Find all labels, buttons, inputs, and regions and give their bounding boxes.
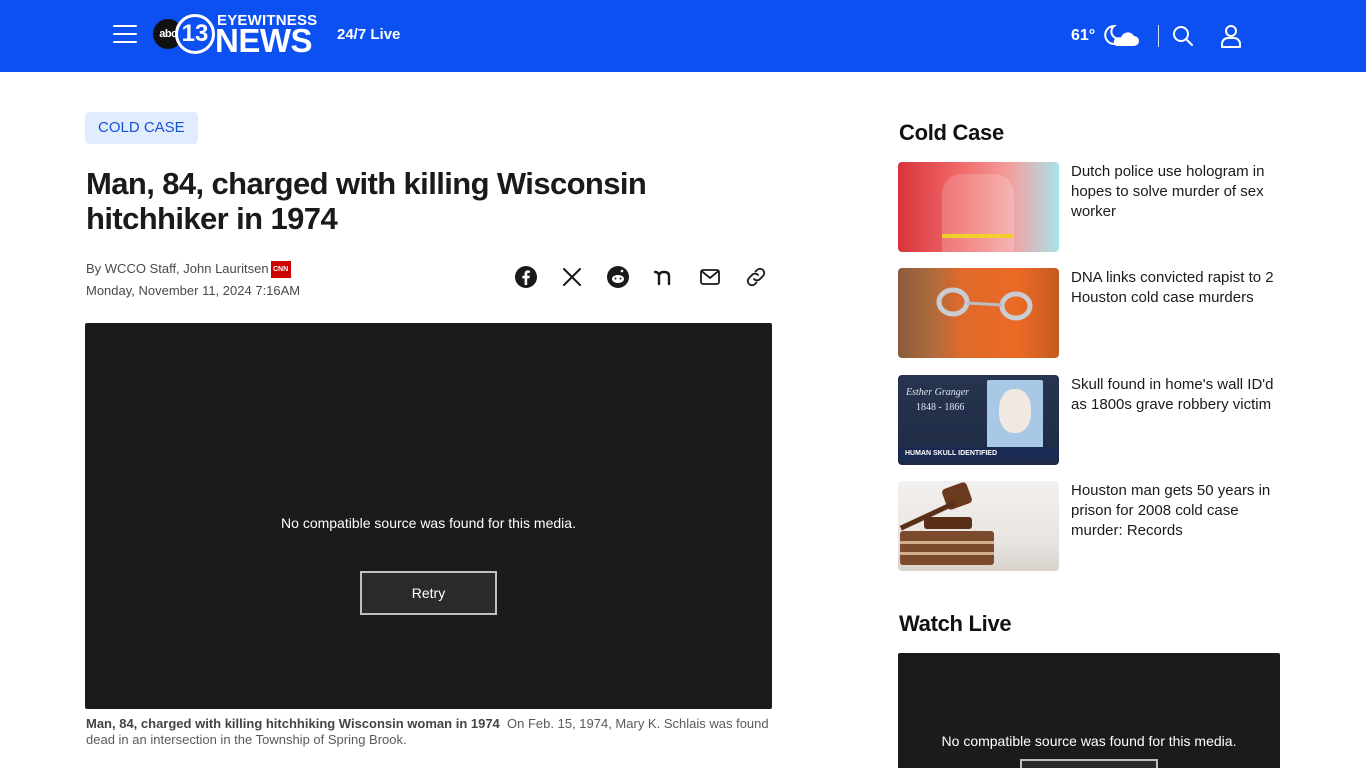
facebook-icon[interactable] bbox=[514, 265, 538, 289]
live-video-error-message: No compatible source was found for this … bbox=[941, 733, 1237, 749]
retry-button[interactable]: Retry bbox=[360, 571, 497, 615]
category-tag[interactable]: COLD CASE bbox=[85, 112, 198, 144]
publish-date: Monday, November 11, 2024 7:16AM bbox=[86, 283, 301, 298]
article-headline: Man, 84, charged with killing Wisconsin … bbox=[86, 166, 647, 236]
story-title[interactable]: Houston man gets 50 years in prison for … bbox=[1071, 481, 1283, 541]
x-icon[interactable] bbox=[560, 265, 584, 289]
story-title[interactable]: Dutch police use hologram in hopes to so… bbox=[1071, 162, 1283, 222]
watch-live-title: Watch Live bbox=[899, 611, 1012, 636]
live-video-player[interactable]: No compatible source was found for this … bbox=[898, 653, 1280, 768]
thumb-date-text: 1848 - 1866 bbox=[916, 402, 965, 413]
email-icon[interactable] bbox=[698, 265, 722, 289]
reddit-icon[interactable] bbox=[606, 265, 630, 289]
nextdoor-icon[interactable] bbox=[652, 265, 676, 289]
story-thumbnail-skull[interactable]: Esther Granger 1848 - 1866 HUMAN SKULL I… bbox=[898, 375, 1059, 465]
site-logo[interactable]: abc 13 EYEWITNESS NEWS bbox=[153, 12, 323, 59]
search-icon[interactable] bbox=[1172, 25, 1194, 47]
header-divider bbox=[1158, 25, 1159, 47]
sidebar-story-2[interactable]: DNA links convicted rapist to 2 Houston … bbox=[898, 268, 1283, 358]
live-link[interactable]: 24/7 Live bbox=[337, 26, 400, 43]
hamburger-menu-icon[interactable] bbox=[113, 25, 137, 45]
video-error-message: No compatible source was found for this … bbox=[281, 515, 576, 531]
story-thumbnail-hologram[interactable] bbox=[898, 162, 1059, 252]
sidebar-section-title: Cold Case bbox=[899, 120, 1004, 145]
site-header: abc 13 EYEWITNESS NEWS 24/7 Live 61° bbox=[0, 0, 1366, 72]
video-caption: Man, 84, charged with killing hitchhikin… bbox=[86, 716, 776, 748]
sidebar-story-1[interactable]: Dutch police use hologram in hopes to so… bbox=[898, 162, 1283, 252]
link-icon[interactable] bbox=[744, 265, 768, 289]
byline-authors: By WCCO Staff, John Lauritsen bbox=[86, 261, 269, 276]
thumb-banner: HUMAN SKULL IDENTIFIED bbox=[898, 447, 1059, 461]
cnn-logo-badge: CNN bbox=[270, 261, 291, 279]
temperature[interactable]: 61° bbox=[1071, 27, 1095, 45]
partly-cloudy-night-icon[interactable] bbox=[1104, 22, 1140, 50]
user-icon[interactable] bbox=[1220, 24, 1242, 48]
video-player[interactable]: No compatible source was found for this … bbox=[85, 323, 772, 709]
caption-title: Man, 84, charged with killing hitchhikin… bbox=[86, 716, 500, 731]
story-title[interactable]: Skull found in home's wall ID'd as 1800s… bbox=[1071, 375, 1283, 415]
logo-news: NEWS bbox=[215, 22, 313, 59]
live-retry-button[interactable] bbox=[1020, 759, 1158, 768]
sidebar-story-3[interactable]: Esther Granger 1848 - 1866 HUMAN SKULL I… bbox=[898, 375, 1283, 465]
thumb-name-text: Esther Granger bbox=[906, 387, 970, 398]
sidebar-story-4[interactable]: Houston man gets 50 years in prison for … bbox=[898, 481, 1283, 571]
logo-number: 13 bbox=[175, 14, 215, 54]
story-title[interactable]: DNA links convicted rapist to 2 Houston … bbox=[1071, 268, 1283, 308]
story-thumbnail-handcuffs[interactable] bbox=[898, 268, 1059, 358]
story-thumbnail-gavel[interactable] bbox=[898, 481, 1059, 571]
byline: By WCCO Staff, John Lauritsen CNN bbox=[86, 261, 291, 279]
